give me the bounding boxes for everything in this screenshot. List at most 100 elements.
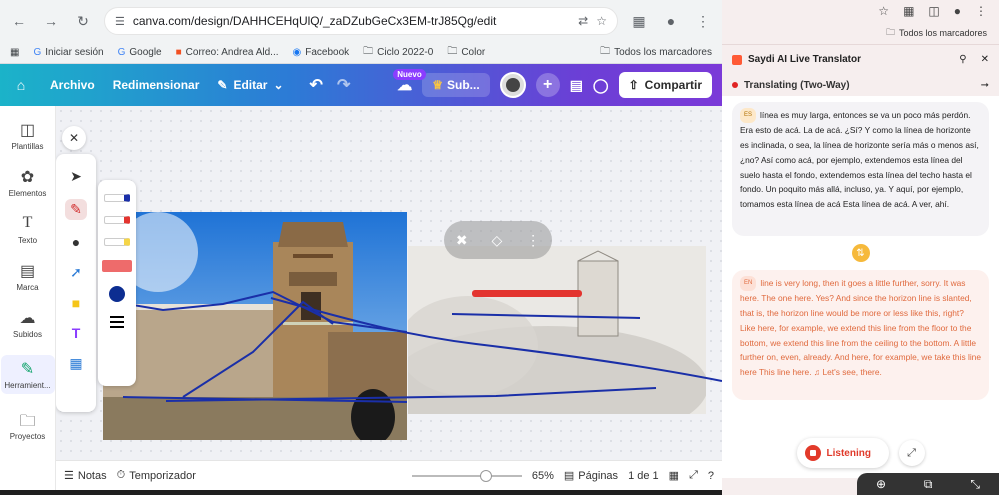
unpin-icon[interactable]: ✖ (456, 232, 468, 249)
avatar[interactable] (499, 72, 526, 98)
bookmark-3[interactable]: ◉ Facebook (293, 47, 350, 58)
pen-blue[interactable] (104, 194, 130, 202)
sync-button[interactable]: Nuevo ☁ (393, 69, 426, 94)
profile-icon[interactable]: ● (660, 10, 682, 32)
pages-button[interactable]: ▤ Páginas (564, 469, 618, 483)
bookmark-2[interactable]: ■ Correo: Andrea Ald... (176, 47, 279, 58)
listening-button[interactable]: Listening (796, 438, 889, 468)
home-icon[interactable]: ⌂ (10, 74, 32, 96)
saydi-logo-icon (732, 54, 742, 65)
timer-button[interactable]: ⏱ Temporizador (117, 469, 196, 482)
uploads-icon: ☁ (19, 310, 36, 327)
reload-icon[interactable]: ↻ (72, 10, 94, 32)
analytics-icon[interactable]: ▤ (570, 77, 583, 94)
undo-icon[interactable]: ↶ (310, 75, 323, 95)
expand-icon[interactable]: ⤢ (898, 440, 925, 466)
browser-window: ← → ↻ ☰ canva.com/design/DAHHCEHqUlQ/_za… (0, 0, 722, 490)
zoom-slider[interactable] (411, 469, 522, 482)
address-bar[interactable]: ☰ canva.com/design/DAHHCEHqUlQ/_zaDZubGe… (104, 7, 618, 35)
mute-icon[interactable]: ◇ (491, 232, 502, 249)
sticky-note-icon[interactable]: ■ (72, 295, 80, 311)
folder-icon: 🗀 (363, 46, 374, 57)
text-tool-icon[interactable]: T (72, 325, 81, 341)
subscribe-button[interactable]: ♕ Sub... (422, 73, 490, 97)
color-picker[interactable] (109, 286, 125, 302)
menu-kebab-icon[interactable]: ⋮ (975, 4, 987, 18)
bookmark-star-icon[interactable]: ☆ (878, 4, 889, 18)
close-icon[interactable]: ✕ (981, 54, 989, 65)
page-count: 1 de 1 (628, 469, 659, 482)
zoom-level[interactable]: 65% (532, 470, 554, 482)
pin-icon[interactable]: ⚲ (959, 54, 966, 65)
add-collaborator-button[interactable]: + (535, 73, 560, 97)
transcript-area[interactable]: ES línea es muy larga, entonces se va un … (722, 96, 999, 478)
line-tool-icon[interactable]: ➚ (70, 264, 82, 281)
sidebar-item-proyectos[interactable]: 🗀 Proyectos (1, 410, 55, 441)
extension-title: Saydi AI Live Translator (748, 54, 862, 65)
grid-view-icon[interactable]: ▦ (669, 469, 679, 482)
select-arrow-icon[interactable]: ➤ (70, 168, 82, 185)
more-options-icon[interactable]: ⋮ (526, 232, 540, 249)
close-draw-button[interactable]: ✕ (62, 126, 86, 150)
extensions-icon[interactable]: ▦ (628, 10, 650, 32)
zoom-slider-knob[interactable] (479, 469, 492, 482)
stroke-weight-icon[interactable] (110, 316, 124, 328)
open-external-icon[interactable]: ⧉ (924, 477, 933, 492)
pen-tool-icon[interactable]: ✎ (65, 199, 87, 220)
translate-icon[interactable]: ⇄ (578, 14, 588, 28)
zoom-in-icon[interactable]: ⊕ (876, 477, 886, 491)
redo-icon[interactable]: ↷ (337, 75, 350, 95)
sidebar-item-herramientas[interactable]: ✎ Herramient... (0, 355, 55, 394)
site-info-icon[interactable]: ☰ (115, 15, 125, 28)
table-icon[interactable]: ▦ (69, 355, 82, 372)
swap-icon[interactable]: ⇅ (851, 244, 870, 262)
shapes-icon[interactable]: ● (72, 234, 80, 250)
canva-header: ⌂ Archivo Redimensionar ✎ Editar ⌄ ↶ ↷ Nue… (0, 64, 722, 106)
back-icon[interactable]: ← (8, 10, 30, 32)
canva-sidebar: ◫ Plantillas ✿ Elementos T Texto ▤ Marca ☁ Su… (0, 106, 56, 490)
bookmark-label: Color (461, 47, 486, 58)
sketch-image[interactable] (408, 246, 706, 414)
sidebar-item-elementos[interactable]: ✿ Elementos (1, 167, 55, 198)
help-icon[interactable]: ? (708, 470, 714, 482)
all-bookmarks[interactable]: 🗀 Todos los marcadores (600, 44, 712, 61)
sidebar-item-subidos[interactable]: ☁ Subidos (1, 308, 55, 339)
sidebar-item-texto[interactable]: T Texto (1, 214, 55, 245)
exit-icon[interactable]: ➞ (981, 80, 989, 91)
share-button[interactable]: ⇧ Compartir (618, 72, 712, 98)
menu-kebab-icon[interactable]: ⋮ (692, 10, 714, 32)
side-bookmarks[interactable]: 🗀 Todos los marcadores (722, 22, 999, 44)
menu-archivo[interactable]: Archivo (50, 78, 95, 92)
collapse-icon[interactable]: ⤡ (970, 477, 980, 492)
side-panel-icon[interactable]: ◫ (928, 4, 939, 18)
sidebar-item-plantillas[interactable]: ◫ Plantillas (1, 120, 55, 151)
highlighter-red[interactable] (102, 260, 132, 272)
bottom-dock: ⊕ ⧉ ⤡ (857, 473, 999, 495)
all-bookmarks-label: Todos los marcadores (614, 47, 712, 58)
sidebar-item-marca[interactable]: ▤ Marca (1, 261, 55, 292)
pen-red[interactable] (104, 216, 130, 224)
elements-icon: ✿ (20, 169, 35, 186)
bookmark-0[interactable]: G Iniciar sesión (33, 47, 103, 58)
mode-label: Translating (Two-Way) (744, 79, 850, 91)
church-photo[interactable] (103, 212, 407, 440)
profile-icon[interactable]: ● (954, 4, 961, 18)
menu-editar[interactable]: ✎ Editar ⌄ (217, 78, 283, 92)
pen-yellow[interactable] (104, 238, 130, 246)
notes-button[interactable]: ☰ Notas (64, 469, 107, 483)
templates-icon: ◫ (19, 122, 36, 139)
comment-icon[interactable]: ◯ (593, 77, 609, 94)
design-canvas[interactable]: ✖ ◇ ⋮ ✕ ➤ ✎ ● ➚ ■ T ▦ (56, 106, 722, 460)
projects-icon: 🗀 (19, 413, 36, 430)
image-floating-toolbar: ✖ ◇ ⋮ (444, 221, 552, 259)
folder-icon: 🗀 (447, 46, 458, 57)
forward-icon[interactable]: → (40, 10, 62, 32)
bookmark-star-icon[interactable]: ☆ (596, 14, 607, 28)
fullscreen-icon[interactable]: ⤢ (689, 469, 698, 482)
bookmark-1[interactable]: G Google (118, 47, 162, 58)
bookmark-5[interactable]: 🗀 Color (447, 44, 485, 61)
extensions-icon[interactable]: ▦ (903, 4, 914, 18)
apps-icon[interactable]: ▦ (10, 47, 19, 58)
menu-redimensionar[interactable]: Redimensionar (113, 78, 200, 92)
bookmark-4[interactable]: 🗀 Ciclo 2022-0 (363, 44, 433, 61)
